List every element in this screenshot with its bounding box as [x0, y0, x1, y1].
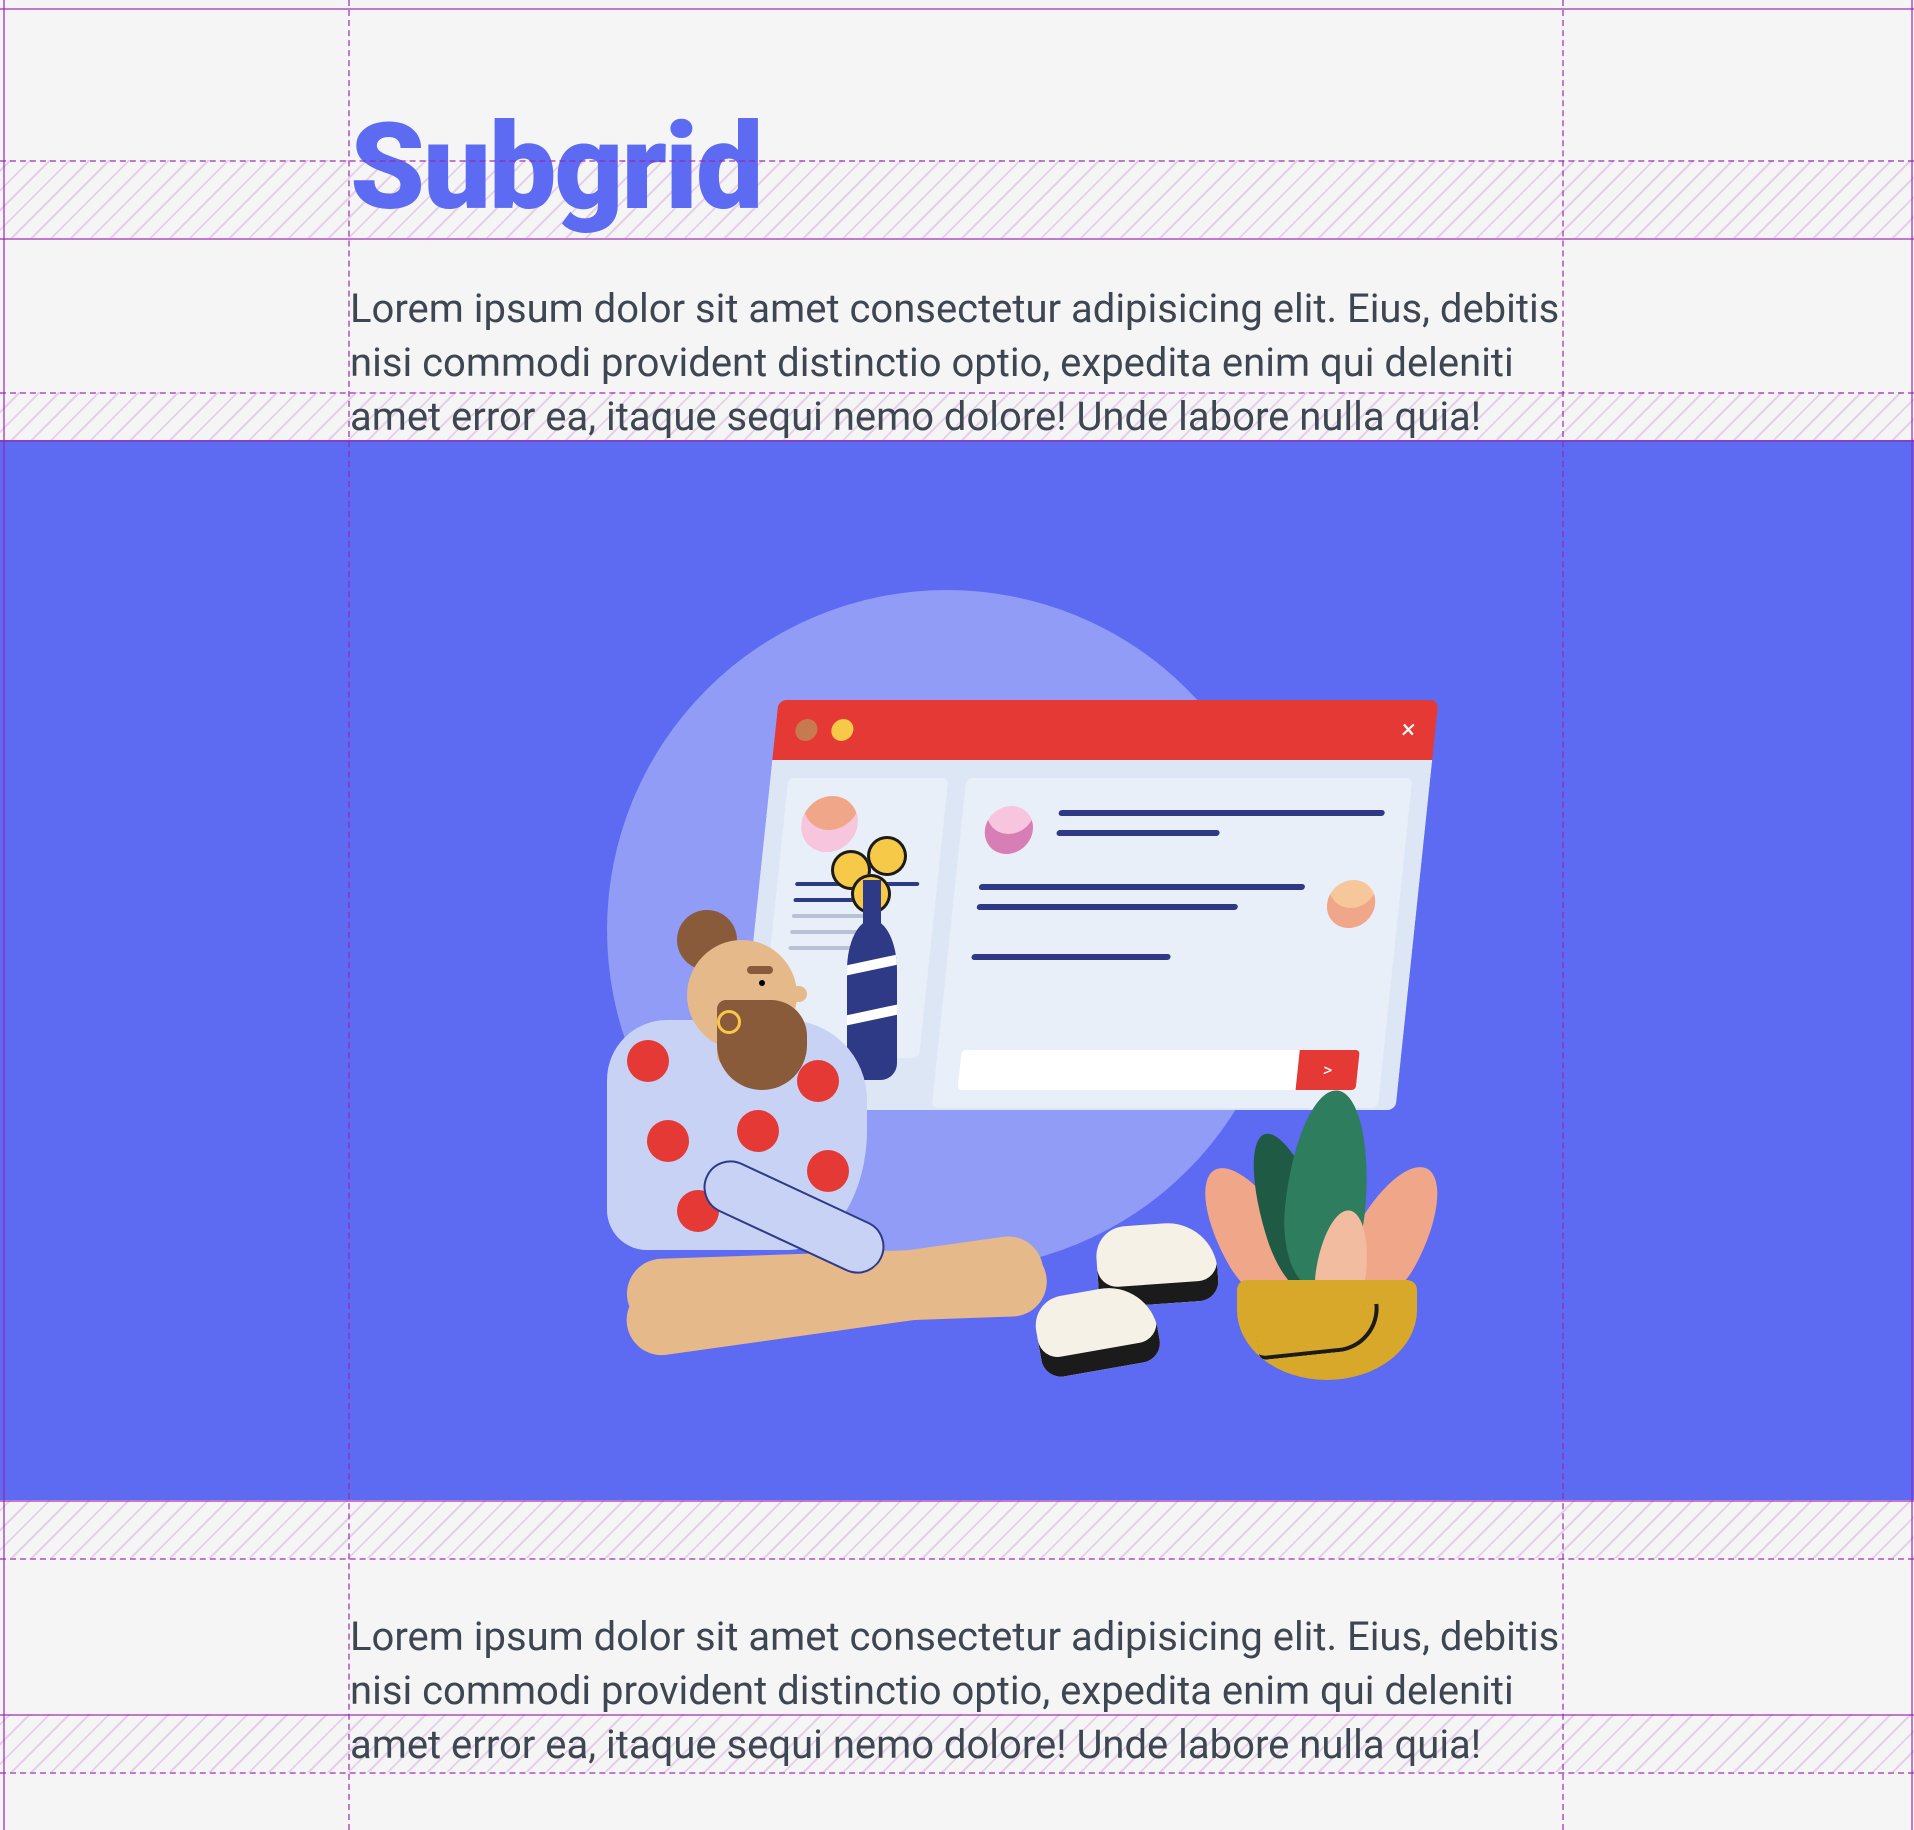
- nose: [785, 986, 807, 1002]
- potted-plant: [1197, 1060, 1447, 1380]
- page: ×: [0, 0, 1914, 1830]
- grid-gap-hatch: [0, 1500, 1914, 1558]
- intro-paragraph: Lorem ipsum dolor sit amet consectetur a…: [350, 282, 1560, 444]
- polka-dot: [647, 1120, 689, 1162]
- polka-dot: [627, 1040, 669, 1082]
- person-illustration: [567, 940, 1127, 1360]
- plant-pot: [1237, 1280, 1417, 1380]
- avatar-icon: [982, 806, 1035, 854]
- flower-icon: [867, 836, 907, 876]
- hero-illustration: ×: [477, 560, 1437, 1380]
- window-dot-red: [794, 719, 818, 741]
- text-line-placeholder: [1056, 830, 1220, 836]
- page-title: Subgrid: [350, 108, 1560, 228]
- eyebrow: [747, 966, 773, 974]
- text-line-placeholder: [976, 904, 1237, 910]
- earring-icon: [717, 1010, 741, 1034]
- grid-line-horizontal: [0, 1772, 1914, 1774]
- grid-line-horizontal: [0, 238, 1914, 240]
- eye: [759, 980, 765, 986]
- body-paragraph: Lorem ipsum dolor sit amet consectetur a…: [350, 1610, 1560, 1772]
- avatar-icon: [799, 796, 861, 852]
- browser-titlebar: ×: [772, 700, 1438, 760]
- list-item: [975, 880, 1378, 928]
- window-dot-yellow: [830, 719, 854, 741]
- grid-line-horizontal: [0, 8, 1914, 10]
- text-line-placeholder: [979, 884, 1306, 890]
- polka-dot: [737, 1110, 779, 1152]
- grid-line-horizontal: [0, 1558, 1914, 1560]
- hero-illustration-block: ×: [0, 440, 1914, 1500]
- avatar-icon: [1325, 880, 1378, 928]
- window-traffic-lights: [794, 719, 854, 741]
- text-line-placeholder: [1058, 810, 1385, 816]
- polka-dot: [797, 1060, 839, 1102]
- list-item: [982, 806, 1385, 854]
- polka-dot: [807, 1150, 849, 1192]
- text-lines: [1055, 810, 1385, 850]
- close-icon: ×: [1400, 717, 1417, 743]
- person-hand: [867, 1260, 917, 1310]
- text-lines: [975, 884, 1305, 924]
